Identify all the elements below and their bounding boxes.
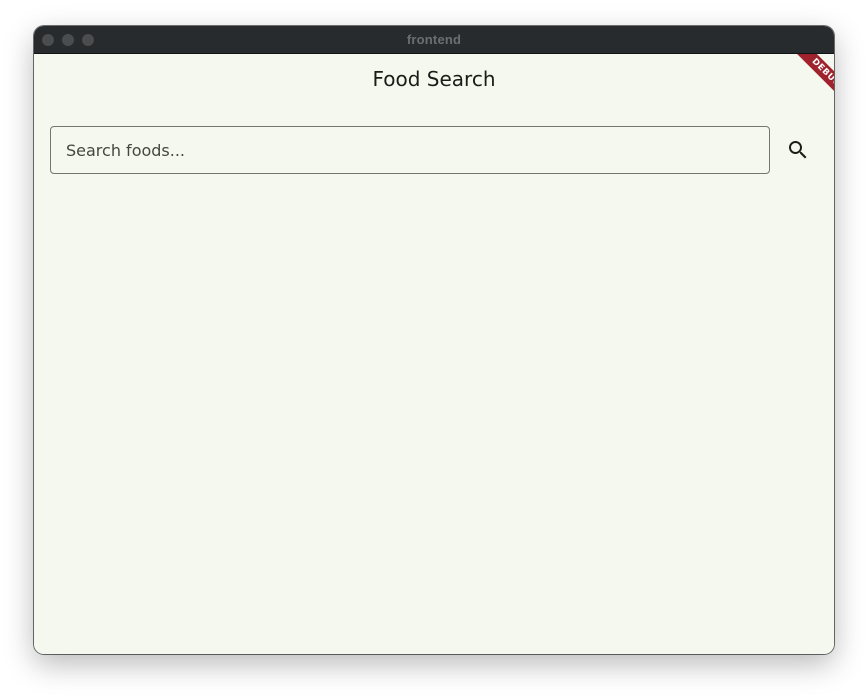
window-title: frontend	[406, 32, 462, 47]
search-button[interactable]	[778, 130, 818, 170]
search-icon	[789, 141, 807, 159]
app-content: Food Search	[34, 54, 834, 654]
window-titlebar[interactable]: frontend	[34, 26, 834, 54]
debug-banner: DEBUG	[774, 54, 834, 114]
page-title: Food Search	[372, 67, 496, 91]
search-input[interactable]	[50, 126, 770, 174]
app-window: frontend Food Search DEBUG	[34, 26, 834, 654]
debug-banner-label: DEBUG	[785, 54, 834, 114]
